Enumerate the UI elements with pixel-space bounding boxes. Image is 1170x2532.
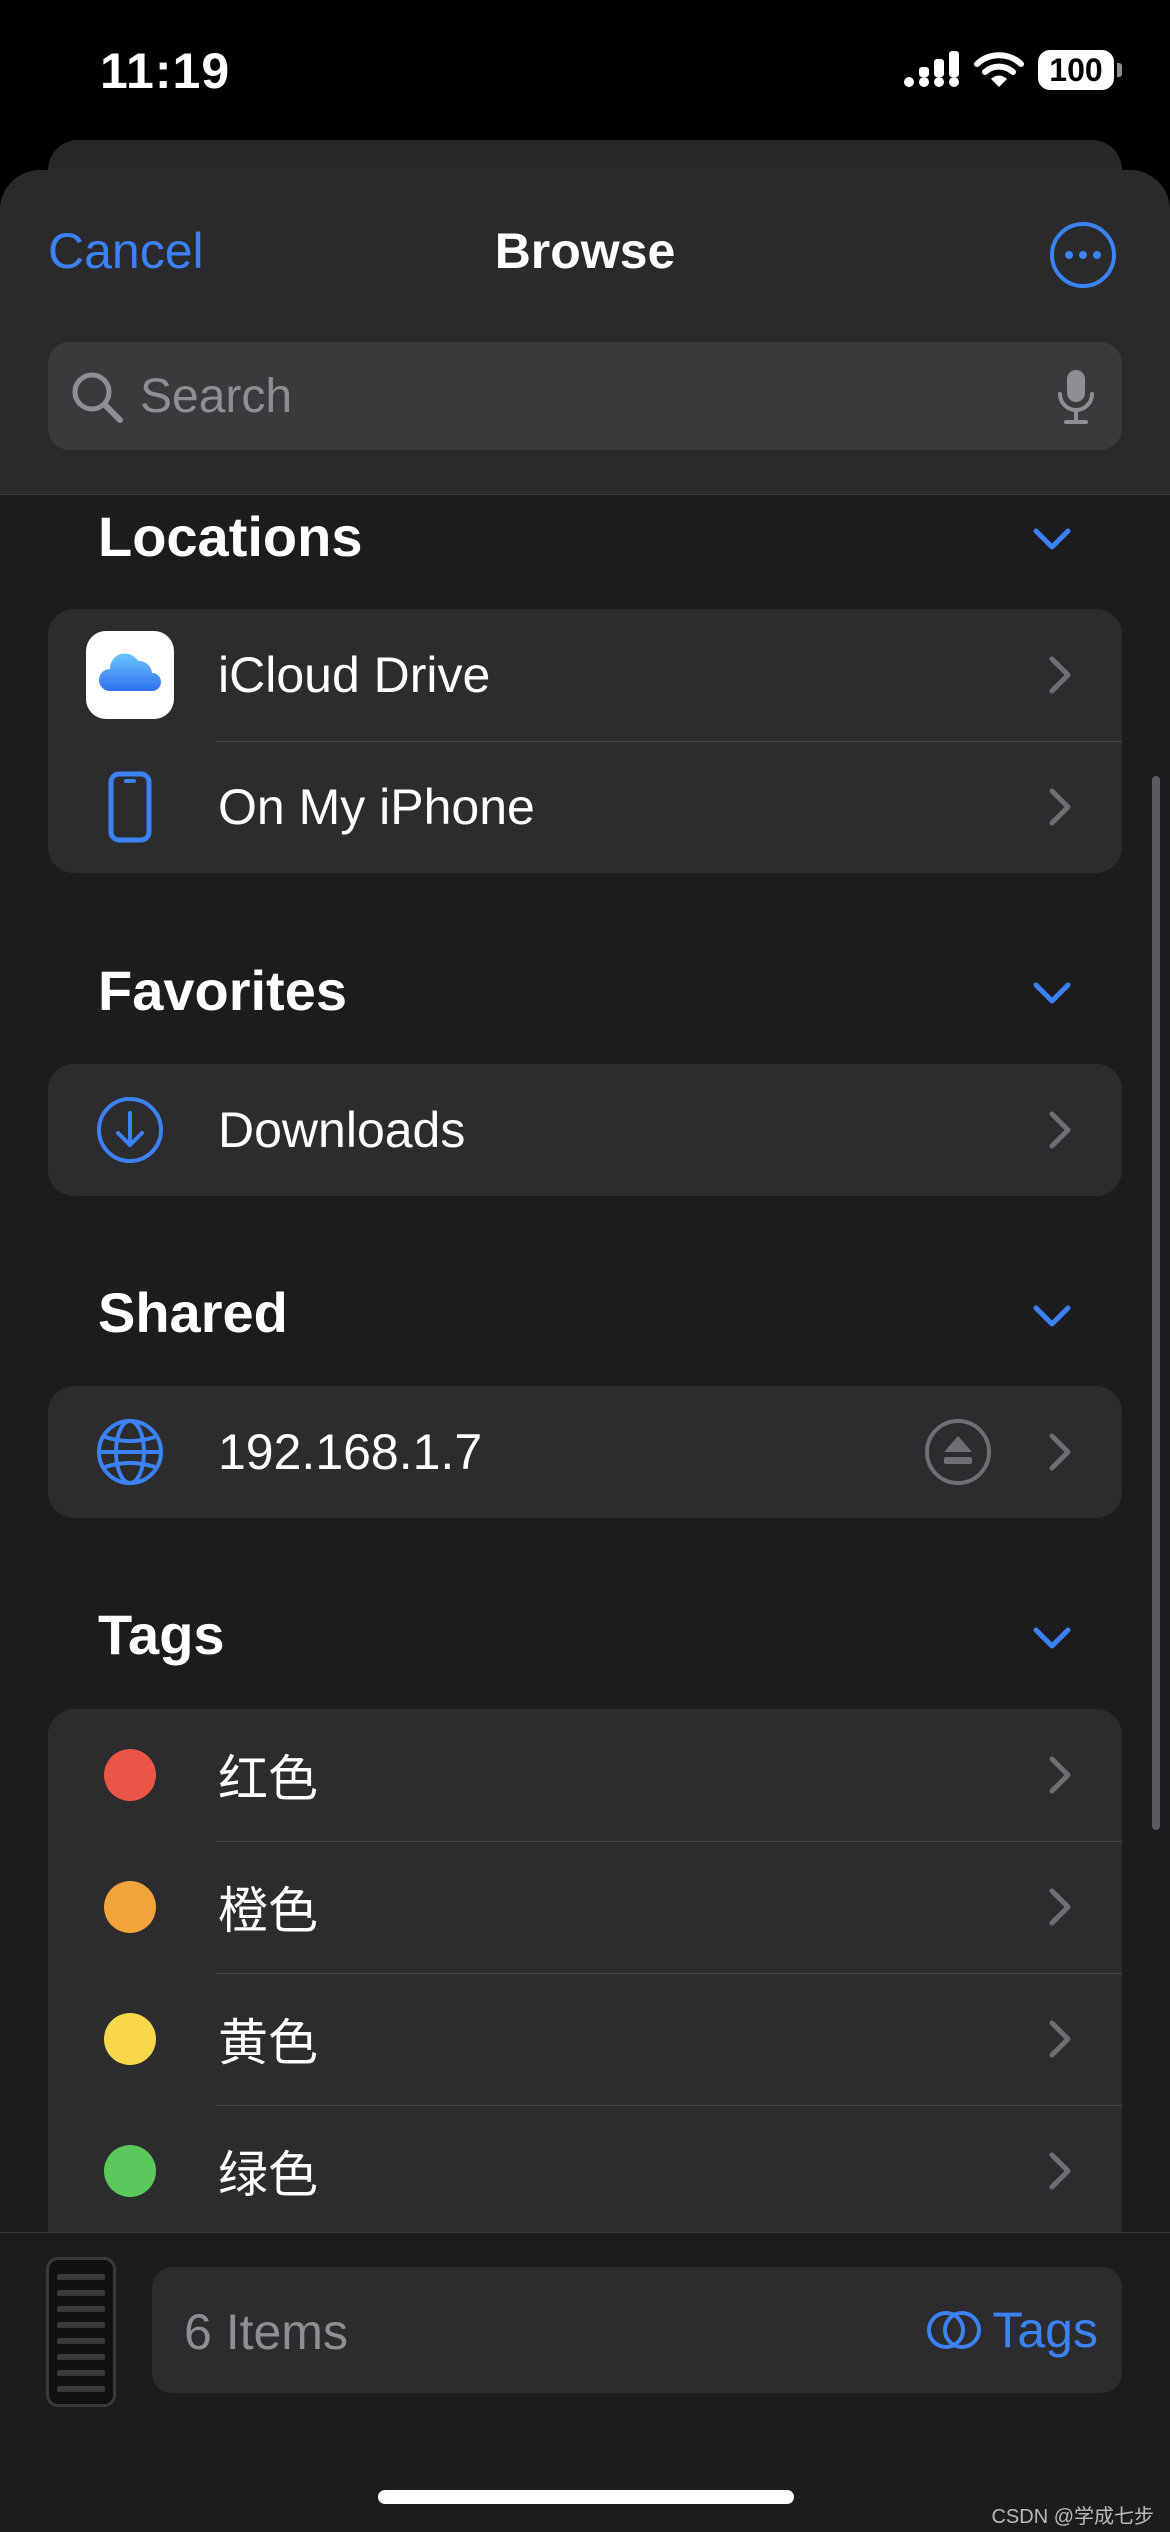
chevron-down-icon[interactable] [1032, 980, 1072, 1006]
cellular-signal-icon [904, 51, 959, 87]
chevron-down-icon[interactable] [1032, 1303, 1072, 1329]
chevron-down-icon[interactable] [1032, 526, 1072, 552]
more-dot-icon [1065, 251, 1073, 259]
search-icon [72, 372, 123, 423]
tag-color-dot [104, 2013, 156, 2065]
tag-color-dot [104, 1749, 156, 1801]
list-item-tag[interactable]: 黄色 [48, 1973, 1122, 2105]
page-title: Browse [494, 223, 676, 279]
chevron-right-icon [1049, 1888, 1071, 1926]
tag-dot-container [86, 1995, 174, 2083]
row-label: On My iPhone [218, 779, 535, 835]
favorites-list: Downloads [48, 1064, 1122, 1196]
more-dot-icon [1079, 251, 1087, 259]
home-indicator[interactable] [378, 2490, 794, 2504]
microphone-icon[interactable] [1056, 368, 1096, 426]
list-item-on-my-iphone[interactable]: On My iPhone [48, 741, 1122, 873]
tag-color-dot [104, 2145, 156, 2197]
watermark: CSDN @学成七步 [991, 2506, 1154, 2528]
tag-dot-container [86, 2127, 174, 2215]
more-dot-icon [1093, 251, 1101, 259]
sheet-header: Cancel Browse [0, 170, 1170, 495]
list-item-downloads[interactable]: Downloads [48, 1064, 1122, 1196]
document-thumbnail[interactable] [46, 2257, 116, 2407]
search-bar[interactable] [48, 342, 1122, 450]
status-icons: 100 [904, 50, 1122, 90]
list-item-icloud-drive[interactable]: iCloud Drive [48, 609, 1122, 741]
section-title-shared: Shared [98, 1281, 288, 1344]
locations-list: iCloud Drive On My iPhone [48, 609, 1122, 873]
section-title-favorites: Favorites [98, 959, 347, 1022]
section-title-tags: Tags [98, 1603, 225, 1666]
chevron-right-icon [1049, 1111, 1071, 1149]
items-count: 6 Items [184, 2304, 348, 2360]
scroll-indicator[interactable] [1152, 776, 1160, 1830]
row-label: Downloads [218, 1102, 466, 1158]
items-summary: 6 Items Tags [152, 2267, 1122, 2393]
list-item-tag[interactable]: 绿色 [48, 2105, 1122, 2237]
search-input[interactable] [140, 362, 1040, 430]
bottom-toolbar: 6 Items Tags [0, 2232, 1170, 2532]
list-item-server[interactable]: 192.168.1.7 [48, 1386, 1122, 1518]
chevron-right-icon [1049, 788, 1071, 826]
row-label: 红色 [218, 1751, 318, 1807]
chevron-right-icon [1049, 2020, 1071, 2058]
chevron-right-icon [1049, 1433, 1071, 1471]
more-options-button[interactable] [1050, 222, 1116, 288]
tags-icon [927, 2311, 982, 2349]
eject-icon[interactable] [924, 1418, 992, 1486]
section-title-locations: Locations [98, 505, 363, 568]
globe-icon [86, 1408, 174, 1496]
list-item-tag[interactable]: 橙色 [48, 1841, 1122, 1973]
download-icon [86, 1086, 174, 1174]
tag-dot-container [86, 1731, 174, 1819]
chevron-right-icon [1049, 656, 1071, 694]
tag-color-dot [104, 1881, 156, 1933]
shared-list: 192.168.1.7 [48, 1386, 1122, 1518]
iphone-icon [86, 763, 174, 851]
status-bar: 11:19 100 [0, 0, 1170, 140]
row-label: 绿色 [218, 2147, 318, 2203]
tag-dot-container [86, 1863, 174, 1951]
list-item-tag[interactable]: 红色 [48, 1709, 1122, 1841]
icloud-icon [86, 631, 174, 719]
browse-sheet: Cancel Browse Locations [0, 170, 1170, 2532]
chevron-right-icon [1049, 1756, 1071, 1794]
tags-label: Tags [992, 2302, 1098, 2358]
row-label: 橙色 [218, 1883, 318, 1939]
row-label: 黄色 [218, 2015, 318, 2071]
wifi-icon [974, 52, 1024, 87]
chevron-down-icon[interactable] [1032, 1625, 1072, 1651]
status-time: 11:19 [100, 43, 231, 99]
battery-icon: 100 [1038, 50, 1122, 90]
row-label: iCloud Drive [218, 647, 491, 703]
row-label: 192.168.1.7 [218, 1424, 483, 1480]
chevron-right-icon [1049, 2152, 1071, 2190]
tags-list: 红色 橙色 黄色 绿色 [48, 1709, 1122, 2237]
tags-button[interactable]: Tags [926, 2301, 1098, 2359]
